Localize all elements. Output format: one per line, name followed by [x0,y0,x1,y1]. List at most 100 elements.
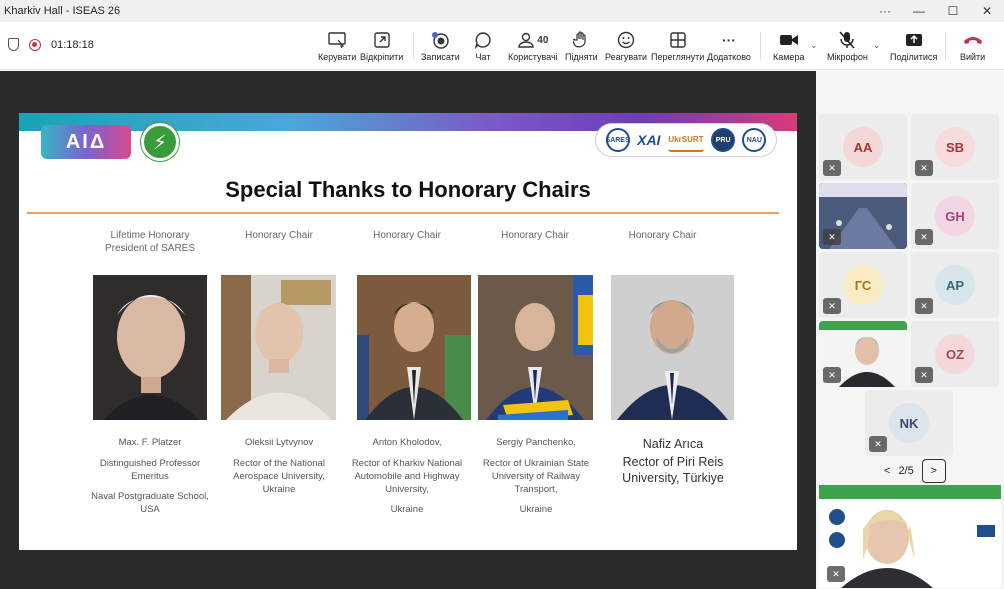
avatar: NK [889,403,929,443]
partner-logo: NAU [742,128,767,152]
people-icon: 40 [517,30,548,50]
presentation-slide: AIΔ ⚡ SARES ХАІ UkrSURT PRU NAU Special … [19,113,797,550]
role-label: Lifetime Honorary President of SARES [104,230,196,254]
close-window-button[interactable]: ✕ [970,4,1004,18]
raise-hand-button[interactable]: Підняти [565,30,598,62]
meeting-status: 01:18:18 [8,38,94,51]
camera-options-chevron-icon[interactable]: ⌄ [810,40,818,51]
role-label: Honorary Chair [373,230,441,241]
camera-icon [779,30,799,50]
page-indicator: 2/5 [898,465,914,477]
more-button[interactable]: ··· Додатково [707,30,751,62]
chat-button[interactable]: Чат [474,30,492,62]
window-title: Kharkiv Hall - ISEAS 26 [4,5,121,17]
portrait-photo [478,275,593,420]
grid-icon [669,30,686,50]
avatar: GH [935,196,975,236]
mic-muted-icon: ✕ [823,298,841,314]
self-view-video[interactable]: ✕ [819,485,1001,588]
portrait-photo [611,275,734,420]
record-icon [430,30,450,50]
avatar: AP [935,265,975,305]
control-button[interactable]: Керувати [318,30,356,62]
participant-tile[interactable]: NK ✕ [865,390,953,456]
mic-button[interactable]: Мікрофон [827,30,868,62]
meeting-toolbar: 01:18:18 Керувати Відкріпити Записати Ча… [0,22,1004,70]
participant-tile[interactable]: OZ ✕ [911,321,999,387]
shared-content-stage: AIΔ ⚡ SARES ХАІ UkrSURT PRU NAU Special … [0,71,816,589]
share-button[interactable]: Поділитися [890,30,937,62]
chat-icon [474,30,492,50]
mic-muted-icon: ✕ [915,367,933,383]
partner-logo: ХАІ [637,132,661,148]
partner-logo: PRU [711,128,736,152]
hang-up-icon [963,30,983,50]
person-caption: Anton Kholodov, Rector of Kharkiv Nation… [351,437,463,515]
mic-muted-icon: ✕ [823,160,841,176]
maximize-button[interactable]: ☐ [936,4,970,18]
portrait-photo [93,275,207,420]
portrait-photo [221,275,336,420]
leave-button[interactable]: Вийти [960,30,985,62]
participant-tile[interactable]: GH ✕ [911,183,999,249]
toolbar-divider [413,32,414,60]
participant-tile[interactable]: SB ✕ [911,114,999,180]
self-view-thumbnail [819,485,1001,588]
minimize-button[interactable]: — [902,4,936,18]
avatar: OZ [935,334,975,374]
toolbar-divider [760,32,761,60]
avatar: ГС [843,265,883,305]
hand-icon [573,30,589,50]
window-title-bar: Kharkiv Hall - ISEAS 26 ··· — ☐ ✕ [0,0,1004,22]
mic-muted-icon: ✕ [823,367,841,383]
aid-logo: AIΔ [41,125,131,159]
popout-icon [373,30,390,50]
shield-icon[interactable] [8,38,19,51]
avatar: SB [935,127,975,167]
role-label: Honorary Chair [501,230,569,241]
avatar: AA [843,127,883,167]
mic-off-icon [839,30,856,50]
mic-muted-icon: ✕ [915,160,933,176]
view-button[interactable]: Переглянути [651,30,704,62]
next-page-button[interactable]: > [921,459,946,483]
participant-video-tile[interactable]: ✕ [819,183,907,249]
portrait-photo [357,275,471,420]
slide-title: Special Thanks to Honorary Chairs [225,177,591,202]
smiley-icon [617,30,635,50]
screen-control-icon [328,30,346,50]
gallery-pager: < 2/5 > [884,459,946,483]
record-button[interactable]: Записати [421,30,460,62]
mic-muted-icon: ✕ [823,229,841,245]
title-divider [27,212,779,214]
partner-logo: SARES [606,128,630,152]
mic-muted-icon: ✕ [915,298,933,314]
person-caption: Sergiy Panchenko, Rector of Ukrainian St… [482,437,590,515]
more-options-icon[interactable]: ··· [868,4,902,18]
participant-gallery: AA ✕ SB ✕ ✕ GH ✕ ГС ✕ AP ✕ ✕ OZ ✕ NK ✕ <… [816,71,1004,589]
people-button[interactable]: 40 Користувачі [508,30,558,62]
energy-logo-icon: ⚡ [141,123,179,161]
partner-logo: UkrSURT [667,128,704,152]
participant-tile[interactable]: ГС ✕ [819,252,907,318]
camera-button[interactable]: Камера [773,30,804,62]
mic-muted-icon: ✕ [827,566,845,582]
role-label: Honorary Chair [245,230,313,241]
share-icon [905,30,923,50]
more-icon: ··· [721,32,736,48]
popout-button[interactable]: Відкріпити [360,30,403,62]
partner-logos: SARES ХАІ UkrSURT PRU NAU [595,123,777,157]
mic-options-chevron-icon[interactable]: ⌄ [873,40,881,51]
prev-page-button[interactable]: < [884,465,890,477]
meeting-timer: 01:18:18 [51,38,94,51]
participant-video-tile[interactable]: ✕ [819,321,907,387]
person-caption: Oleksii Lytvynov Rector of the National … [233,437,325,495]
people-count: 40 [537,34,549,46]
participant-tile[interactable]: AP ✕ [911,252,999,318]
participant-tile[interactable]: AA ✕ [819,114,907,180]
mic-muted-icon: ✕ [915,229,933,245]
react-button[interactable]: Реагувати [605,30,647,62]
toolbar-divider [945,32,946,60]
recording-icon [29,38,41,51]
mic-muted-icon: ✕ [869,436,887,452]
